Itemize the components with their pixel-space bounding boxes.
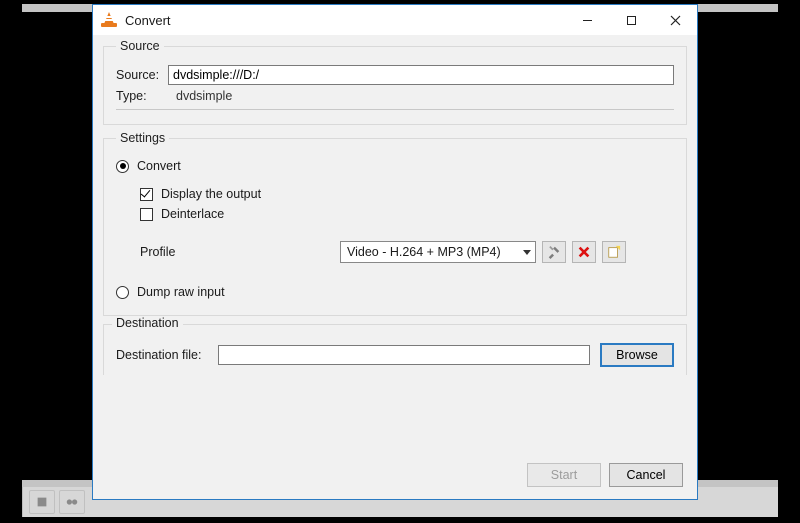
new-profile-button[interactable]	[602, 241, 626, 263]
source-label: Source:	[116, 68, 168, 82]
source-group: Source Source: Type: dvdsimple	[103, 39, 687, 125]
browse-button[interactable]: Browse	[600, 343, 674, 367]
destination-file-input[interactable]	[218, 345, 590, 365]
cancel-button[interactable]: Cancel	[609, 463, 683, 487]
source-legend: Source	[116, 39, 164, 53]
delete-icon	[577, 245, 591, 259]
deinterlace-label: Deinterlace	[161, 207, 224, 221]
settings-group: Settings Convert Display the output Dein…	[103, 131, 687, 316]
source-input[interactable]	[168, 65, 674, 85]
profile-combobox[interactable]: Video - H.264 + MP3 (MP4)	[340, 241, 536, 263]
deinterlace-checkbox[interactable]: Deinterlace	[140, 207, 674, 221]
radio-icon	[116, 160, 129, 173]
type-label: Type:	[116, 89, 168, 103]
radio-icon	[116, 286, 129, 299]
delete-profile-button[interactable]	[572, 241, 596, 263]
profile-selected: Video - H.264 + MP3 (MP4)	[347, 245, 501, 259]
destination-file-label: Destination file:	[116, 348, 218, 362]
convert-radio-label: Convert	[137, 159, 181, 173]
settings-legend: Settings	[116, 131, 169, 145]
destination-legend: Destination	[112, 316, 183, 330]
destination-group: Destination Destination file: Browse	[103, 324, 687, 375]
vlc-cone-icon	[101, 12, 117, 28]
player-prev-button[interactable]	[59, 490, 85, 514]
new-profile-icon	[607, 245, 621, 259]
titlebar: Convert	[93, 5, 697, 35]
edit-profile-button[interactable]	[542, 241, 566, 263]
profile-label: Profile	[140, 245, 340, 259]
dump-raw-label: Dump raw input	[137, 285, 225, 299]
type-value: dvdsimple	[168, 89, 232, 103]
minimize-button[interactable]	[565, 5, 609, 35]
convert-radio[interactable]: Convert	[116, 159, 674, 173]
convert-dialog: Convert Source Source: Type: dvdsimple	[92, 4, 698, 500]
chevron-down-icon	[523, 250, 531, 255]
display-output-checkbox[interactable]: Display the output	[140, 187, 674, 201]
display-output-label: Display the output	[161, 187, 261, 201]
player-play-button[interactable]	[29, 490, 55, 514]
wrench-screwdriver-icon	[547, 245, 561, 259]
checkbox-icon	[140, 208, 153, 221]
maximize-button[interactable]	[609, 5, 653, 35]
start-button[interactable]: Start	[527, 463, 601, 487]
dump-raw-radio[interactable]: Dump raw input	[116, 285, 674, 299]
close-button[interactable]	[653, 5, 697, 35]
window-title: Convert	[125, 13, 171, 28]
checkbox-icon	[140, 188, 153, 201]
dialog-footer: Start Cancel	[93, 455, 697, 499]
